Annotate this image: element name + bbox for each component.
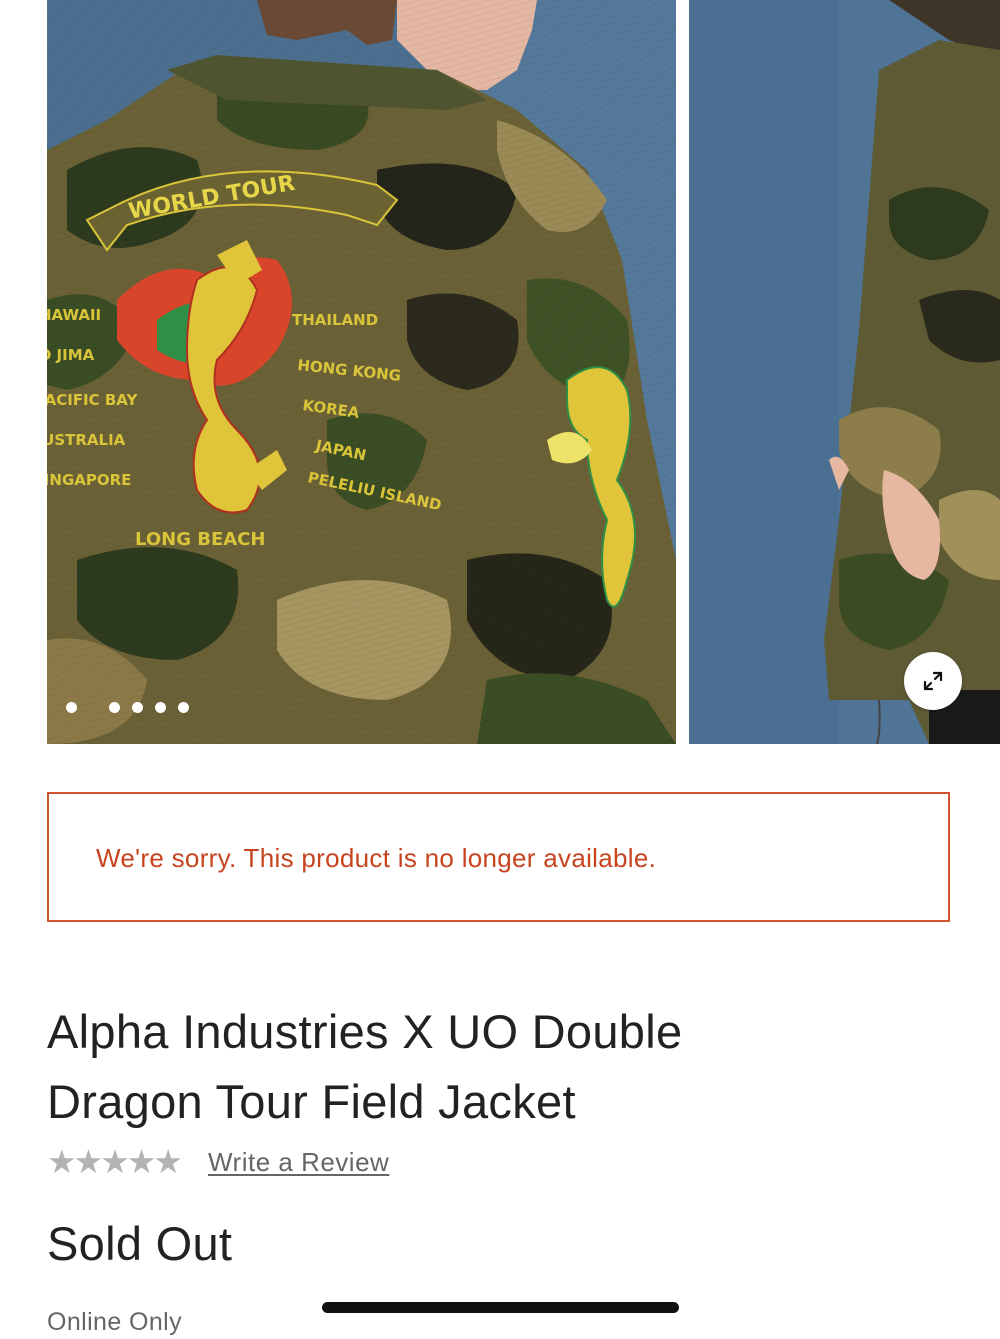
unavailable-alert: We're sorry. This product is no longer a…: [47, 792, 950, 922]
product-title: Alpha Industries X UO Double Dragon Tour…: [47, 997, 847, 1137]
home-indicator[interactable]: [322, 1302, 679, 1313]
star-icon: ★: [126, 1143, 157, 1180]
pagination-dot[interactable]: [178, 702, 189, 713]
star-icon: ★: [73, 1143, 104, 1180]
alert-message: We're sorry. This product is no longer a…: [96, 843, 657, 873]
pagination-dot[interactable]: [132, 702, 143, 713]
place-label: IO JIMA: [47, 346, 95, 364]
star-rating[interactable]: ★ ★ ★ ★ ★: [47, 1142, 183, 1182]
place-label: LONG BEACH: [135, 529, 265, 550]
star-icon: ★: [47, 1143, 77, 1180]
place-label: HAWAII: [47, 306, 101, 324]
product-title-line: Alpha Industries X UO Double: [47, 1005, 683, 1058]
pagination-dot[interactable]: [66, 702, 77, 713]
pagination-dot[interactable]: [109, 702, 120, 713]
place-label: SINGAPORE: [47, 471, 131, 489]
star-icon: ★: [153, 1143, 183, 1180]
product-image-side[interactable]: [689, 0, 1000, 744]
place-label: AUSTRALIA: [47, 431, 126, 449]
product-title-line: Dragon Tour Field Jacket: [47, 1075, 576, 1128]
write-review-link[interactable]: Write a Review: [208, 1147, 389, 1178]
gallery-pagination[interactable]: [66, 702, 189, 713]
availability-note: Online Only: [47, 1308, 183, 1336]
star-icon: ★: [100, 1143, 130, 1180]
rating-row: ★ ★ ★ ★ ★ Write a Review: [47, 1142, 389, 1182]
place-label: THAILAND: [292, 311, 378, 329]
price-status: Sold Out: [47, 1217, 233, 1270]
jacket-back-illustration: WORLD TOUR HAWAII IO JIMA PACIFIC BAY AU…: [47, 0, 676, 744]
expand-arrows-icon: [923, 671, 943, 691]
jacket-side-illustration: [689, 0, 1000, 744]
place-label: PACIFIC BAY: [47, 391, 138, 409]
product-image-back[interactable]: WORLD TOUR HAWAII IO JIMA PACIFIC BAY AU…: [47, 0, 676, 744]
product-image-gallery[interactable]: WORLD TOUR HAWAII IO JIMA PACIFIC BAY AU…: [0, 0, 1000, 744]
pagination-dot[interactable]: [155, 702, 166, 713]
expand-image-button[interactable]: [904, 652, 962, 710]
